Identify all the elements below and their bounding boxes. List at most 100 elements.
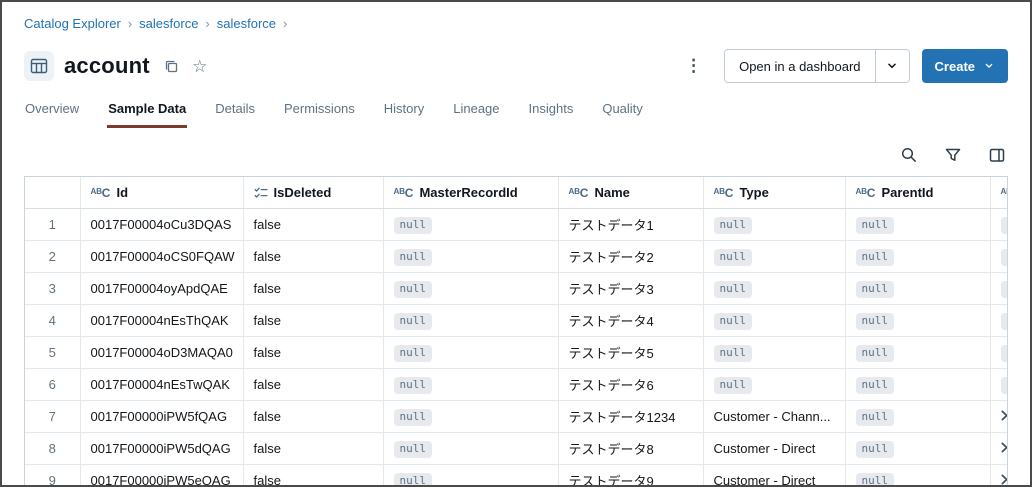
cell-value: テストデータ1 bbox=[558, 208, 704, 241]
open-in-dashboard-button[interactable]: Open in a dashboard bbox=[725, 50, 875, 82]
null-badge: null bbox=[393, 408, 432, 426]
cell-null: null bbox=[990, 208, 1007, 241]
null-badge: null bbox=[393, 280, 432, 298]
null-badge: null bbox=[855, 440, 894, 458]
tab-quality[interactable]: Quality bbox=[601, 95, 643, 128]
breadcrumb-catalog-explorer[interactable]: Catalog Explorer bbox=[24, 16, 121, 31]
tab-permissions[interactable]: Permissions bbox=[283, 95, 356, 128]
row-number: 7 bbox=[25, 400, 81, 433]
open-in-dashboard-split-button: Open in a dashboard bbox=[724, 49, 910, 83]
table-row: 2 0017F00004oCS0FQAW false null テストデータ2 null n… bbox=[25, 240, 1007, 273]
tab-details[interactable]: Details bbox=[214, 95, 256, 128]
string-type-icon: ᴬᴮC bbox=[568, 185, 589, 200]
columns-panel-icon[interactable] bbox=[988, 146, 1006, 164]
null-badge: null bbox=[713, 376, 752, 394]
sample-data-grid: ᴬᴮC Id IsDeleted ᴬᴮC MasterRecordId ᴬᴮC Name ᴬᴮ… bbox=[24, 176, 1008, 485]
cell-value: 0017F00004nEsTwQAK bbox=[80, 368, 244, 401]
cell-null: null bbox=[383, 432, 559, 465]
column-header-parentid: ᴬᴮC ParentId bbox=[845, 177, 991, 209]
cell-null: null bbox=[703, 208, 846, 241]
column-header-label: Name bbox=[594, 185, 630, 200]
open-in-dashboard-chevron-icon[interactable] bbox=[874, 50, 909, 82]
create-button[interactable]: Create bbox=[921, 49, 1008, 83]
cell-null: null bbox=[990, 240, 1007, 273]
breadcrumb-schema-salesforce[interactable]: salesforce bbox=[217, 16, 276, 31]
cell-value: テストデータ1234 bbox=[558, 400, 704, 433]
null-badge: null bbox=[855, 216, 894, 234]
search-icon[interactable] bbox=[900, 146, 918, 164]
cell-null: null bbox=[383, 240, 559, 273]
cell-value: false bbox=[243, 336, 384, 369]
tab-overview[interactable]: Overview bbox=[24, 95, 80, 128]
column-header-id: ᴬᴮC Id bbox=[80, 177, 244, 209]
page-title: account bbox=[64, 53, 150, 78]
cell-null: null bbox=[990, 304, 1007, 337]
cell-null: null bbox=[845, 464, 991, 485]
copy-name-icon[interactable] bbox=[160, 54, 184, 78]
cell-null: null bbox=[703, 304, 846, 337]
cell-null: null bbox=[383, 304, 559, 337]
column-header-name: ᴬᴮC Name bbox=[558, 177, 704, 209]
tab-history[interactable]: History bbox=[383, 95, 425, 128]
null-badge: null bbox=[393, 440, 432, 458]
filter-icon[interactable] bbox=[944, 146, 962, 164]
column-header-label: Id bbox=[116, 185, 129, 200]
row-number: 2 bbox=[25, 240, 81, 273]
null-badge: null bbox=[1000, 280, 1007, 298]
null-badge: null bbox=[713, 248, 752, 266]
row-number: 8 bbox=[25, 432, 81, 465]
expand-row-icon[interactable] bbox=[990, 464, 1007, 485]
tab-sample-data[interactable]: Sample Data bbox=[107, 95, 188, 128]
null-badge: null bbox=[855, 344, 894, 362]
cell-value: false bbox=[243, 272, 384, 305]
tab-insights[interactable]: Insights bbox=[528, 95, 575, 128]
table-entity-icon bbox=[24, 51, 54, 81]
cell-value: 0017F00004oD3MAQA0 bbox=[80, 336, 244, 369]
expand-row-icon[interactable] bbox=[990, 400, 1007, 433]
cell-null: null bbox=[703, 272, 846, 305]
null-badge: null bbox=[855, 408, 894, 426]
cell-null: null bbox=[383, 336, 559, 369]
tab-bar: Overview Sample Data Details Permissions… bbox=[24, 95, 1008, 128]
null-badge: null bbox=[1000, 344, 1007, 362]
cell-value: テストデータ4 bbox=[558, 304, 704, 337]
string-type-icon: ᴬᴮC bbox=[90, 185, 111, 200]
favorite-star-icon[interactable]: ☆ bbox=[188, 54, 212, 78]
cell-null: null bbox=[703, 240, 846, 273]
cell-value: 0017F00004oCu3DQAS bbox=[80, 208, 244, 241]
breadcrumb-catalog-salesforce[interactable]: salesforce bbox=[139, 16, 198, 31]
cell-null: null bbox=[845, 368, 991, 401]
cell-value: false bbox=[243, 400, 384, 433]
table-row: 8 0017F00000iPW5dQAG false null テストデータ8 Custo… bbox=[25, 432, 1007, 465]
cell-null: null bbox=[845, 304, 991, 337]
cell-null: null bbox=[845, 240, 991, 273]
null-badge: null bbox=[393, 216, 432, 234]
expand-row-icon[interactable] bbox=[990, 432, 1007, 465]
breadcrumb-separator-icon: › bbox=[127, 16, 133, 31]
row-number: 1 bbox=[25, 208, 81, 241]
null-badge: null bbox=[855, 312, 894, 330]
null-badge: null bbox=[855, 280, 894, 298]
cell-value: Customer - Direct bbox=[703, 432, 846, 465]
null-badge: null bbox=[1000, 312, 1007, 330]
tab-lineage[interactable]: Lineage bbox=[452, 95, 500, 128]
table-row: 5 0017F00004oD3MAQA0 false null テストデータ5 null n… bbox=[25, 336, 1007, 369]
chevron-right-icon bbox=[1001, 474, 1007, 484]
cell-value: false bbox=[243, 240, 384, 273]
cell-null: null bbox=[845, 336, 991, 369]
title-row: account ☆ ⋮ Open in a dashboard Create bbox=[24, 47, 1008, 85]
column-header-isdeleted: IsDeleted bbox=[243, 177, 384, 209]
column-header-col0 bbox=[25, 177, 81, 209]
column-header-masterrecordid: ᴬᴮC MasterRecordId bbox=[383, 177, 559, 209]
cell-null: null bbox=[845, 400, 991, 433]
null-badge: null bbox=[855, 472, 894, 485]
kebab-menu-icon[interactable]: ⋮ bbox=[677, 56, 710, 76]
cell-null: null bbox=[383, 368, 559, 401]
table-row: 7 0017F00000iPW5fQAG false null テストデータ1234 Cu… bbox=[25, 400, 1007, 433]
table-row: 4 0017F00004nEsThQAK false null テストデータ4 null n… bbox=[25, 304, 1007, 337]
cell-null: null bbox=[990, 336, 1007, 369]
cell-null: null bbox=[990, 272, 1007, 305]
null-badge: null bbox=[713, 312, 752, 330]
chevron-right-icon bbox=[1001, 442, 1007, 452]
cell-null: null bbox=[383, 400, 559, 433]
